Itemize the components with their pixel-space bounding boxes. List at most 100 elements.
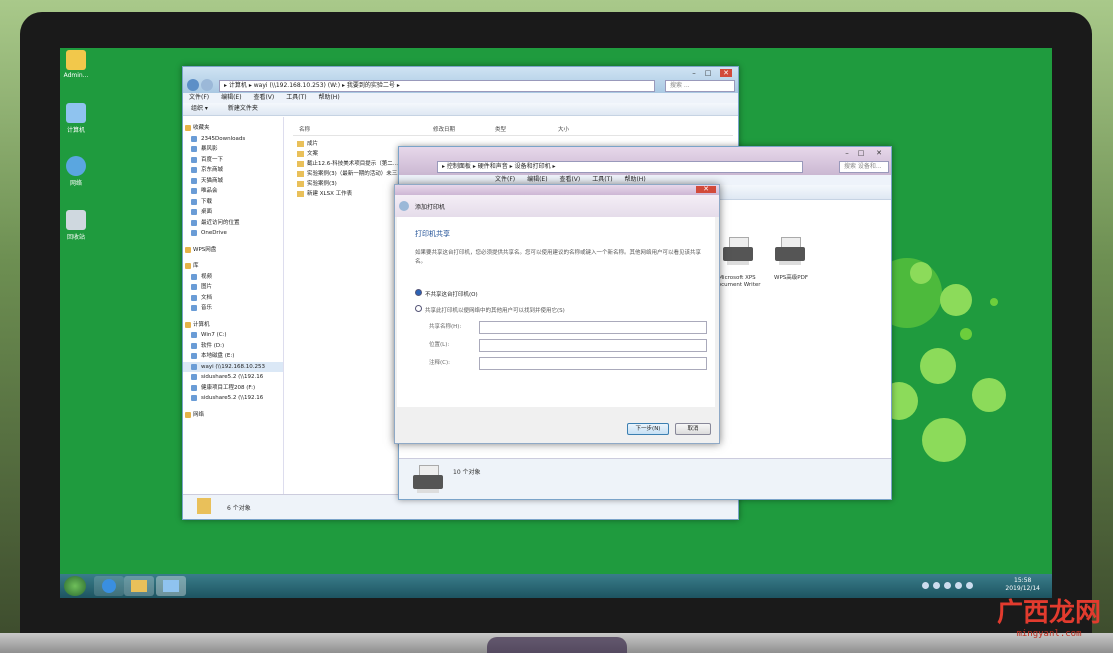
nav-item[interactable]: Win7 (C:): [183, 330, 283, 341]
start-button[interactable]: [64, 576, 86, 596]
back-icon[interactable]: [187, 79, 199, 91]
close-button[interactable]: ✕: [720, 69, 732, 77]
nav-item[interactable]: 最近访问的位置: [183, 218, 283, 229]
explorer-status-text: 6 个对象: [227, 505, 251, 512]
nav-item[interactable]: 图片: [183, 282, 283, 293]
nav-item[interactable]: OneDrive: [183, 228, 283, 239]
col-size[interactable]: 大小: [558, 125, 569, 135]
nav-item[interactable]: 暴风影: [183, 144, 283, 155]
watermark-url: mingyanl.com: [1016, 629, 1082, 639]
search-input[interactable]: 搜索 设备和...: [839, 161, 889, 173]
menu-view[interactable]: 查看(V): [253, 94, 274, 101]
tray-icon[interactable]: [966, 582, 973, 589]
devices-status-bar: 10 个对象: [399, 458, 891, 499]
nav-item[interactable]: 天猫商城: [183, 176, 283, 187]
menu-view[interactable]: 查看(V): [559, 176, 580, 183]
folder-icon: [197, 498, 211, 514]
option-label: 共享此打印机以便网络中的其他用户可以找到并使用它(S): [425, 308, 565, 314]
nav-item[interactable]: 音乐: [183, 303, 283, 314]
organize-button[interactable]: 组织 ▾: [191, 105, 208, 112]
nav-item[interactable]: sidushare5.2 (\\192.16: [183, 372, 283, 383]
menu-help[interactable]: 帮助(H): [318, 94, 339, 101]
menu-help[interactable]: 帮助(H): [624, 176, 645, 183]
desktop-icon-label: Admin...: [63, 72, 89, 79]
desktop-screen: Admin... 计算机 网络 回收站 – □ ✕ ▸ 计算机 ▸ wayi (…: [60, 48, 1052, 598]
decor-circle: [972, 378, 1006, 412]
radio-selected[interactable]: [415, 289, 422, 296]
menu-file[interactable]: 文件(F): [495, 176, 515, 183]
desktop-icon-network[interactable]: 网络: [60, 156, 96, 187]
nav-item[interactable]: wayi (\\192.168.10.253: [183, 361, 283, 372]
minimize-button[interactable]: –: [688, 69, 700, 77]
location-input[interactable]: [479, 339, 707, 352]
desktop-icon-admin[interactable]: Admin...: [60, 50, 96, 79]
clock[interactable]: 15:58 2019/12/14: [1005, 577, 1040, 593]
back-icon[interactable]: [399, 201, 409, 211]
printer-icon[interactable]: [771, 235, 809, 267]
col-name[interactable]: 名称: [299, 125, 310, 135]
taskbar: 15:58 2019/12/14: [60, 574, 1052, 598]
devices-status-text: 10 个对象: [453, 469, 481, 476]
decor-circle: [920, 348, 956, 384]
menu-edit[interactable]: 编辑(E): [221, 94, 241, 101]
desktop-icon-recycle-bin[interactable]: 回收站: [60, 210, 96, 241]
next-button[interactable]: 下一步(N): [627, 423, 669, 435]
printer-icon[interactable]: [719, 235, 757, 267]
explorer-taskbar-button[interactable]: [124, 576, 154, 596]
add-printer-dialog[interactable]: ✕ 添加打印机 打印机共享 如果要共享这台打印机，您必须提供共享名。您可以使用建…: [394, 184, 720, 444]
forward-icon[interactable]: [201, 79, 213, 91]
col-type[interactable]: 类型: [495, 125, 506, 135]
option-share[interactable]: 共享此打印机以便网络中的其他用户可以找到并使用它(S): [415, 305, 565, 314]
address-bar[interactable]: ▸ 控制面板 ▸ 硬件和声音 ▸ 设备和打印机 ▸: [437, 161, 803, 173]
minimize-button[interactable]: –: [841, 149, 853, 157]
desktop-icon-label: 计算机: [66, 127, 85, 134]
desktop-icon-computer[interactable]: 计算机: [60, 103, 96, 134]
menu-file[interactable]: 文件(F): [189, 94, 209, 101]
nav-item[interactable]: 唯品会: [183, 186, 283, 197]
maximize-button[interactable]: □: [702, 69, 714, 77]
nav-item[interactable]: 软件 (D:): [183, 341, 283, 352]
nav-item[interactable]: 2345Downloads: [183, 134, 283, 145]
option-no-share[interactable]: 不共享这台打印机(O): [415, 289, 478, 298]
nav-item[interactable]: 京东商城: [183, 165, 283, 176]
tray-icon[interactable]: [944, 582, 951, 589]
nav-item[interactable]: 下载: [183, 197, 283, 208]
comment-input[interactable]: [479, 357, 707, 370]
nav-item[interactable]: 文档: [183, 293, 283, 304]
col-modified[interactable]: 修改日期: [433, 125, 455, 135]
nav-item[interactable]: sidushare5.2 (\\192.16: [183, 393, 283, 404]
ie-icon: [102, 579, 116, 593]
new-folder-button[interactable]: 新建文件夹: [228, 105, 258, 112]
tray-icon[interactable]: [955, 582, 962, 589]
field-comment-label: 注释(C):: [429, 360, 450, 366]
nav-item[interactable]: 百度一下: [183, 155, 283, 166]
devices-titlebar[interactable]: – □ ✕ ▸ 控制面板 ▸ 硬件和声音 ▸ 设备和打印机 ▸ 搜索 设备和..…: [399, 147, 891, 175]
explorer-titlebar[interactable]: – □ ✕ ▸ 计算机 ▸ wayi (\\192.168.10.253) (W…: [183, 67, 738, 93]
menu-tools[interactable]: 工具(T): [592, 176, 612, 183]
ie-taskbar-button[interactable]: [94, 576, 124, 596]
cancel-button[interactable]: 取消: [675, 423, 711, 435]
tray-icon[interactable]: [922, 582, 929, 589]
nav-computer-header[interactable]: 计算机: [183, 320, 283, 331]
maximize-button[interactable]: □: [855, 149, 867, 157]
close-button[interactable]: ✕: [873, 149, 885, 157]
nav-network[interactable]: 网络: [183, 410, 283, 421]
nav-item[interactable]: 视频: [183, 272, 283, 283]
nav-item[interactable]: 本地磁盘 (E:): [183, 351, 283, 362]
share-name-input[interactable]: [479, 321, 707, 334]
search-input[interactable]: 搜索 ...: [665, 80, 735, 92]
tray-icon[interactable]: [933, 582, 940, 589]
menu-tools[interactable]: 工具(T): [286, 94, 306, 101]
dialog-titlebar[interactable]: ✕: [395, 185, 719, 195]
nav-favorites-header[interactable]: 收藏夹: [183, 123, 283, 134]
address-bar[interactable]: ▸ 计算机 ▸ wayi (\\192.168.10.253) (W:) ▸ 我…: [219, 80, 655, 92]
radio-unselected[interactable]: [415, 305, 422, 312]
control-panel-taskbar-button[interactable]: [156, 576, 186, 596]
field-location-label: 位置(L):: [429, 342, 450, 348]
menu-edit[interactable]: 编辑(E): [527, 176, 547, 183]
nav-item[interactable]: 桌面: [183, 207, 283, 218]
nav-wps-drive[interactable]: WPS网盘: [183, 245, 283, 256]
nav-libraries-header[interactable]: 库: [183, 261, 283, 272]
close-button[interactable]: ✕: [696, 186, 716, 193]
nav-item[interactable]: 健康项目工程208 (F:): [183, 383, 283, 394]
